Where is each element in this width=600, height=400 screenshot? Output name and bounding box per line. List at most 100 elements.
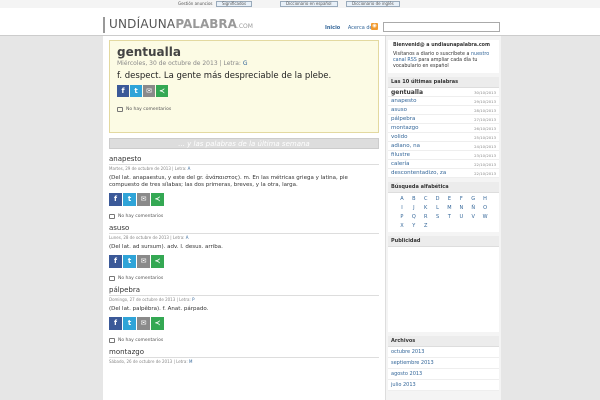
archive-link[interactable]: julio 2013 — [388, 380, 499, 391]
latest-word-row[interactable]: anapesto 29/10/2013 — [388, 97, 499, 106]
post-title[interactable]: montazgo — [109, 348, 379, 358]
ad-link[interactable]: Diccionario de inglés — [346, 1, 400, 7]
search-input[interactable] — [383, 22, 500, 32]
alphabet-letter-link[interactable]: D — [432, 196, 444, 202]
latest-word-row[interactable]: montazgo 26/10/2013 — [388, 124, 499, 133]
post-title[interactable]: asuso — [109, 224, 379, 234]
ad-link[interactable]: Significados — [216, 1, 253, 7]
alphabet-letter-link[interactable]: Y — [408, 223, 420, 229]
latest-word-row[interactable]: filustre 23/10/2013 — [388, 151, 499, 160]
archive-link[interactable]: agosto 2013 — [388, 369, 499, 380]
alphabet-box: Búsqueda alfabética ABCDEFGH IJKLMNÑO PQRS… — [388, 182, 499, 232]
post-letter-link[interactable]: A — [188, 166, 191, 171]
nav-inicio[interactable]: Inicio — [325, 25, 340, 31]
post-letter-link[interactable]: P — [192, 297, 194, 302]
archives-heading: Archivos — [388, 336, 499, 347]
comments-link[interactable]: No hay comentarios — [109, 214, 379, 219]
latest-word-row[interactable]: adiano, na 24/10/2013 — [388, 142, 499, 151]
post-title[interactable]: anapesto — [109, 155, 379, 165]
share-button[interactable]: ≺ — [156, 85, 168, 97]
alphabet-letter-link[interactable]: H — [479, 196, 491, 202]
twitter-share-button[interactable]: t — [130, 85, 142, 97]
alphabet-letter-link[interactable]: G — [467, 196, 479, 202]
alphabet-letter-link[interactable]: V — [467, 214, 479, 220]
featured-letter-link[interactable]: G — [243, 60, 248, 67]
email-share-button[interactable]: ✉ — [137, 193, 150, 206]
alphabet-letter-link[interactable]: L — [432, 205, 444, 211]
alphabet-letter-link[interactable]: T — [444, 214, 456, 220]
latest-word[interactable]: asuso — [391, 107, 407, 113]
alphabet-letter-link[interactable]: N — [455, 205, 467, 211]
latest-word-row[interactable]: descontentadizo, za 22/10/2013 — [388, 169, 499, 178]
alphabet-letter-link[interactable]: S — [432, 214, 444, 220]
latest-word[interactable]: adiano, na — [391, 143, 420, 149]
alphabet-letter-link[interactable]: Z — [420, 223, 432, 229]
archive-link[interactable]: septiembre 2013 — [388, 358, 499, 369]
latest-word[interactable]: descontentadizo, za — [391, 170, 446, 176]
latest-word[interactable]: gentualla — [391, 89, 423, 96]
archive-link[interactable]: octubre 2013 — [388, 347, 499, 358]
alphabet-letter-link[interactable]: E — [444, 196, 456, 202]
ad-link[interactable]: Diccionario en español — [280, 1, 338, 7]
latest-word-date: 29/10/2013 — [474, 99, 496, 104]
featured-title[interactable]: gentualla — [117, 45, 371, 59]
latest-word[interactable]: pálpebra — [391, 116, 415, 122]
comments-link[interactable]: No hay comentarios — [117, 107, 371, 112]
post-date: Lunes, 28 de octubre de 2013 | Letra: — [109, 235, 185, 240]
facebook-share-button[interactable]: f — [117, 85, 129, 97]
alphabet-letter-link[interactable]: R — [420, 214, 432, 220]
latest-word-date: 22/10/2013 — [474, 162, 496, 167]
alphabet-letter-link[interactable]: J — [408, 205, 420, 211]
latest-word-row[interactable]: calería 22/10/2013 — [388, 160, 499, 169]
twitter-share-button[interactable]: t — [123, 317, 136, 330]
alphabet-letter-link[interactable]: Q — [408, 214, 420, 220]
post-definition: (Del lat. ad sursum). adv. l. desus. arr… — [109, 244, 223, 250]
latest-word[interactable]: volido — [391, 134, 408, 140]
facebook-share-button[interactable]: f — [109, 193, 122, 206]
facebook-share-button[interactable]: f — [109, 255, 122, 268]
latest-word[interactable]: montazgo — [391, 125, 418, 131]
post-definition: (Del lat. anapaestus, y este del gr. ἀνά… — [109, 175, 348, 188]
latest-word[interactable]: anapesto — [391, 98, 417, 104]
site-logo[interactable]: UNDÍAUNAPALABRA.COM — [103, 17, 253, 33]
latest-word-row[interactable]: gentualla 30/10/2013 — [388, 88, 499, 97]
nav-acerca-de[interactable]: Acerca de — [348, 25, 373, 31]
latest-word-row[interactable]: volido 25/10/2013 — [388, 133, 499, 142]
comments-link[interactable]: No hay comentarios — [109, 338, 379, 343]
alphabet-letter-link[interactable]: X — [396, 223, 408, 229]
rss-icon[interactable]: ◉ — [371, 23, 378, 30]
twitter-share-button[interactable]: t — [123, 193, 136, 206]
alphabet-letter-link[interactable]: I — [396, 205, 408, 211]
alphabet-letter-link[interactable]: Ñ — [467, 205, 479, 211]
latest-word[interactable]: calería — [391, 161, 409, 167]
alphabet-letter-link[interactable]: M — [444, 205, 456, 211]
alphabet-letter-link[interactable]: O — [479, 205, 491, 211]
alphabet-letter-link[interactable]: W — [479, 214, 491, 220]
alphabet-letter-link[interactable]: F — [455, 196, 467, 202]
latest-word[interactable]: filustre — [391, 152, 410, 158]
comments-link[interactable]: No hay comentarios — [109, 276, 379, 281]
share-button[interactable]: ≺ — [151, 255, 164, 268]
post-title[interactable]: pálpebra — [109, 286, 379, 296]
email-share-button[interactable]: ✉ — [137, 255, 150, 268]
latest-word-row[interactable]: asuso 28/10/2013 — [388, 106, 499, 115]
share-button[interactable]: ≺ — [151, 193, 164, 206]
alphabet-letter-link[interactable]: B — [408, 196, 420, 202]
twitter-share-button[interactable]: t — [123, 255, 136, 268]
share-button[interactable]: ≺ — [151, 317, 164, 330]
post-definition: (Del lat. palpĕbra). f. Anat. párpado. — [109, 306, 209, 312]
post-letter-link[interactable]: M — [189, 359, 192, 364]
latest-word-date: 30/10/2013 — [474, 90, 496, 95]
alphabet-letter-link[interactable]: U — [455, 214, 467, 220]
facebook-share-button[interactable]: f — [109, 317, 122, 330]
featured-date: Miércoles, 30 de octubre de 2013 | Letra… — [117, 60, 241, 67]
email-share-button[interactable]: ✉ — [137, 317, 150, 330]
latest-word-row[interactable]: pálpebra 27/10/2013 — [388, 115, 499, 124]
alphabet-letter-link[interactable]: C — [420, 196, 432, 202]
alphabet-letter-link[interactable]: K — [420, 205, 432, 211]
alphabet-letter-link[interactable]: A — [396, 196, 408, 202]
email-share-button[interactable]: ✉ — [143, 85, 155, 97]
share-buttons: f t ✉ ≺ — [109, 317, 379, 330]
post-letter-link[interactable]: A — [186, 235, 189, 240]
alphabet-letter-link[interactable]: P — [396, 214, 408, 220]
